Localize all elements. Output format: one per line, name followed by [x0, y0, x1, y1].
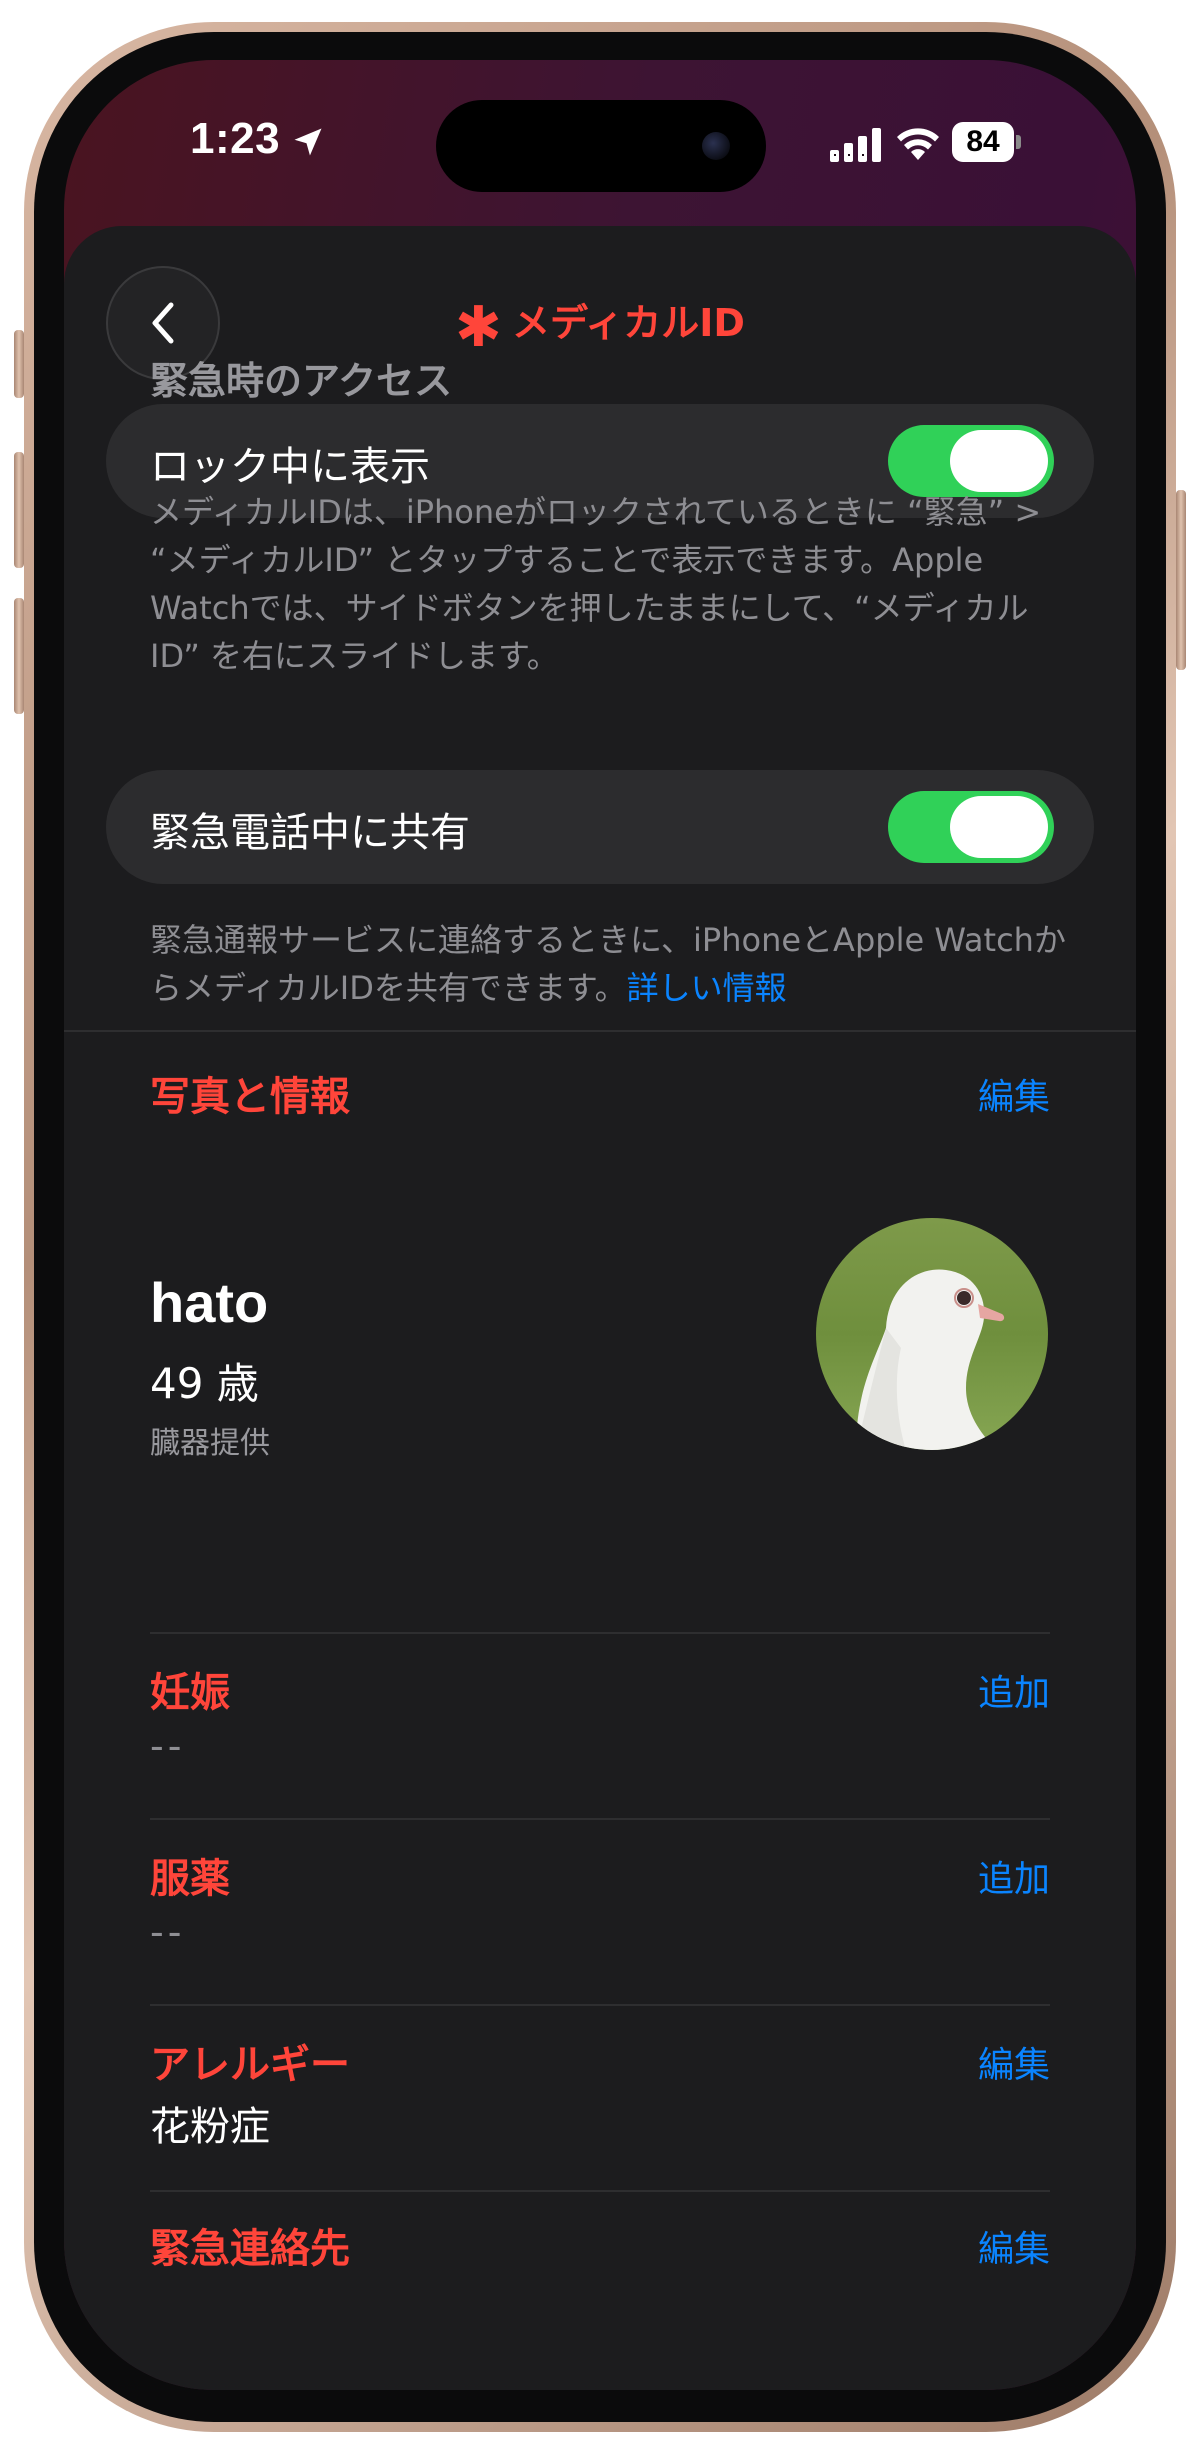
show-when-locked-footnote: メディカルIDは、iPhoneがロックされているときに “緊急” > “メディカ… — [150, 493, 1042, 675]
allergies-edit-button[interactable]: 編集 — [978, 2036, 1050, 2088]
pregnancy-heading: 妊娠 — [150, 1670, 230, 1716]
battery-level: 84 — [952, 122, 1014, 162]
share-footnote-text: 緊急通報サービスに連絡するときに、iPhoneとApple Watchからメディ… — [150, 921, 1066, 1007]
photo-info-heading: 写真と情報 — [150, 1074, 350, 1120]
medications-add-button[interactable]: 追加 — [978, 1850, 1050, 1902]
section-divider — [64, 1030, 1136, 1032]
avatar[interactable] — [816, 1218, 1048, 1450]
battery-icon: 84 — [952, 122, 1021, 162]
show-when-locked-label: ロック中に表示 — [150, 444, 430, 490]
medications-heading: 服薬 — [150, 1856, 230, 1902]
row-divider — [150, 2190, 1050, 2192]
volume-down-button — [14, 598, 24, 714]
front-camera — [702, 132, 730, 160]
share-during-call-footnote: 緊急通報サービスに連絡するときに、iPhoneとApple Watchからメディ… — [150, 916, 1070, 1012]
allergies-heading: アレルギー — [150, 2042, 350, 2088]
learn-more-link[interactable]: 詳しい情報 — [627, 969, 787, 1007]
dynamic-island — [436, 100, 766, 192]
row-divider — [150, 1632, 1050, 1634]
photo-info-edit-button[interactable]: 編集 — [978, 1068, 1050, 1120]
row-divider — [150, 2004, 1050, 2006]
toggle-knob — [950, 796, 1048, 858]
wifi-icon — [897, 128, 939, 160]
organ-donor-label: 臓器提供 — [150, 1426, 270, 1461]
profile-name: hato — [150, 1271, 269, 1334]
share-during-call-row: 緊急電話中に共有 — [106, 770, 1094, 884]
emergency-contacts-heading: 緊急連絡先 — [150, 2226, 350, 2272]
location-arrow-icon — [294, 128, 322, 156]
battery-tip — [1016, 135, 1021, 149]
medical-asterisk-icon: ✱ — [455, 295, 502, 360]
screen: 1:23 84 ✱ メディカルID 緊急時のアクセス ロック中に表示 メディカル… — [64, 60, 1136, 2390]
avatar-photo-dove — [816, 1218, 1048, 1450]
pregnancy-value: -- — [150, 1724, 186, 1768]
action-button — [14, 330, 24, 398]
share-during-call-label: 緊急電話中に共有 — [150, 810, 470, 856]
row-divider — [150, 1818, 1050, 1820]
page-title-text: メディカルID — [511, 301, 745, 345]
pregnancy-add-button[interactable]: 追加 — [978, 1664, 1050, 1716]
signal-icon — [830, 128, 881, 162]
toggle-knob — [950, 430, 1048, 492]
emergency-access-caption: 緊急時のアクセス — [150, 359, 453, 403]
show-when-locked-toggle[interactable] — [888, 425, 1054, 497]
share-during-call-toggle[interactable] — [888, 791, 1054, 863]
status-time: 1:23 — [190, 114, 281, 163]
side-button — [1176, 490, 1186, 670]
emergency-contacts-edit-button[interactable]: 編集 — [978, 2220, 1050, 2272]
medications-value: -- — [150, 1910, 186, 1954]
volume-up-button — [14, 452, 24, 568]
profile-age: 49 歳 — [150, 1359, 259, 1408]
allergies-value: 花粉症 — [150, 2104, 270, 2150]
